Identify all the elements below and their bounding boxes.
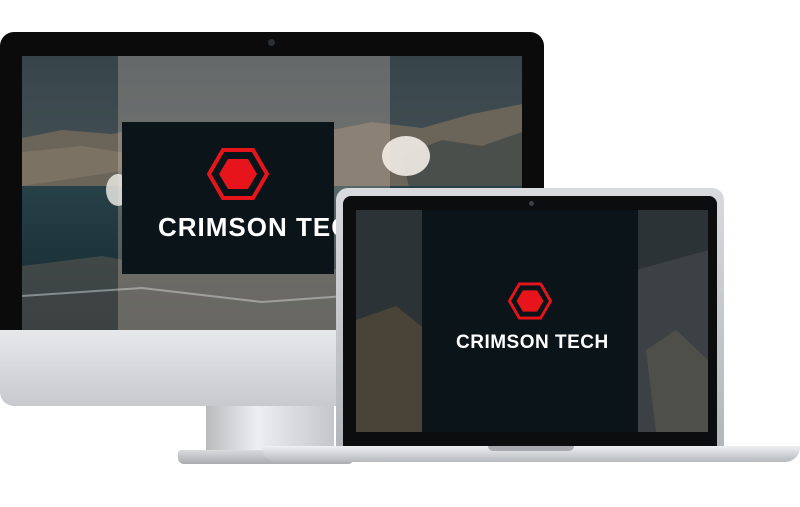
desktop-logo-panel: CRIMSON TECH: [122, 122, 370, 274]
hexagon-icon: [207, 148, 269, 200]
laptop-logo-panel: CRIMSON TECH: [422, 210, 638, 432]
laptop-camera-icon: [529, 201, 534, 206]
desktop-camera-icon: [268, 39, 275, 46]
hexagon-icon: [508, 282, 552, 320]
laptop-brand-name: CRIMSON TECH: [456, 332, 609, 353]
laptop-opening-notch: [488, 446, 574, 451]
